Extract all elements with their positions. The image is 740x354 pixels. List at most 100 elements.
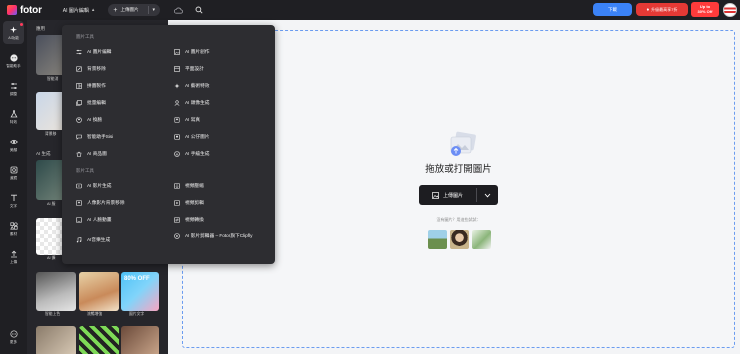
- cloud-icon[interactable]: [171, 3, 185, 17]
- rail-label: 濾鏡: [9, 176, 18, 180]
- rail-label: 智能助手: [6, 64, 21, 68]
- menu-item-video-bg-remove[interactable]: 人像影片背景移除: [76, 200, 125, 206]
- rail-label: AI功能: [8, 36, 19, 40]
- tile-label: 智能消: [47, 77, 59, 81]
- download-label: 下載: [608, 6, 617, 12]
- rail-item-upload[interactable]: 上傳: [0, 250, 27, 265]
- more-icon: [9, 330, 18, 338]
- menu-item-ai-image-create[interactable]: AI 圖片創作: [174, 49, 209, 55]
- menu-item-label: AI音樂生成: [87, 237, 111, 242]
- ai-editor-menu-label: AI 圖片編輯: [62, 7, 89, 14]
- menu-item-ai-music[interactable]: AI音樂生成: [76, 237, 110, 243]
- sketch-icon: [174, 151, 180, 157]
- tool-rail: AI功能 智能助手 調整 特效 美顏 濾鏡 文字 素材 上傳 更多: [0, 20, 27, 354]
- collage-icon: [76, 83, 82, 89]
- rail-item-filter[interactable]: 濾鏡: [0, 166, 27, 181]
- upload-image-button[interactable]: + 上傳圖片 ▾: [108, 4, 161, 16]
- template-tile[interactable]: [79, 326, 119, 354]
- template-tile[interactable]: [79, 272, 119, 311]
- image-upload-icon: [450, 131, 476, 156]
- fotor-logo-mark: [7, 5, 17, 15]
- plus-icon: +: [113, 6, 118, 14]
- rail-item-text[interactable]: 文字: [0, 194, 27, 209]
- menu-item-clipfly[interactable]: AI 影片剪輯器 – Fotor旗下Clipfly: [174, 233, 254, 239]
- download-button[interactable]: 下載: [593, 3, 632, 16]
- menu-item-ai-portrait[interactable]: AI 寫真: [174, 117, 200, 123]
- image-icon: [432, 191, 439, 199]
- menu-item-bg-remove[interactable]: 背景移除: [76, 66, 106, 72]
- fotor-logo[interactable]: fotor: [7, 5, 42, 16]
- menu-item-ai-video-gen[interactable]: AI 影片生成: [76, 183, 111, 189]
- menu-item-video-clip[interactable]: 視頻剪輯: [174, 200, 204, 206]
- batch-icon: [76, 100, 82, 106]
- menu-item-ai-sketch[interactable]: AI 手繪生成: [174, 151, 209, 157]
- rail-label: 文字: [9, 204, 18, 208]
- rail-item-more[interactable]: 更多: [0, 330, 27, 345]
- sample-image-landscape[interactable]: [428, 230, 447, 249]
- clipfly-icon: [174, 233, 180, 239]
- menu-item-label: 視頻轉換: [185, 217, 204, 222]
- rail-item-adjust[interactable]: 調整: [0, 82, 27, 97]
- search-icon[interactable]: [192, 3, 206, 17]
- tile-label: 背景移: [45, 132, 57, 136]
- menu-item-label: AI 手繪生成: [185, 151, 210, 156]
- rail-label: 美顏: [9, 148, 18, 152]
- menu-item-label: 人像影片背景移除: [87, 200, 125, 205]
- menu-item-label: AI 圖片創作: [185, 49, 210, 54]
- menu-item-video-convert[interactable]: 視頻轉換: [174, 217, 204, 223]
- rail-item-ai[interactable]: AI功能: [0, 26, 27, 41]
- menu-item-batch-edit[interactable]: 批量編輯: [76, 100, 106, 106]
- avatar[interactable]: [723, 3, 737, 17]
- menu-item-ai-avatar[interactable]: AI 頭像生成: [174, 100, 209, 106]
- menu-item-collage[interactable]: 拼圖製作: [76, 83, 106, 89]
- chevron-down-icon: [484, 193, 491, 197]
- template-tile[interactable]: [36, 326, 76, 354]
- menu-item-ai-art-effect[interactable]: AI 藝術特效: [174, 83, 209, 89]
- clip-icon: [174, 200, 180, 206]
- menu-item-label: AI 換臉: [87, 117, 103, 122]
- menu-item-label: 背景移除: [87, 66, 106, 71]
- portrait-icon: [174, 117, 180, 123]
- upgrade-pro-label: 升級最高享7折: [651, 6, 678, 12]
- compress-icon: [174, 183, 180, 189]
- menu-item-ai-figure[interactable]: AI 公仔圖片: [174, 134, 209, 140]
- chevron-down-icon[interactable]: ▾: [153, 7, 156, 13]
- menu-item-label: AI 人臉動畫: [87, 217, 112, 222]
- rail-item-beauty[interactable]: 美顏: [0, 138, 27, 153]
- design-icon: [174, 66, 180, 72]
- rail-item-effects[interactable]: 特效: [0, 110, 27, 125]
- divider: [147, 6, 149, 14]
- rail-label: 上傳: [9, 260, 18, 264]
- rail-item-assistant[interactable]: 智能助手: [0, 54, 27, 69]
- sample-image-portrait[interactable]: [450, 230, 469, 249]
- menu-item-face-swap[interactable]: AI 換臉: [76, 117, 102, 123]
- tile-label: 流暢增強: [87, 312, 103, 316]
- menu-item-graphic-design[interactable]: 平面設計: [174, 66, 204, 72]
- upload-options-button[interactable]: [477, 185, 498, 205]
- chevron-up-icon: ▴: [91, 7, 95, 13]
- upload-image-main-button[interactable]: 上傳圖片: [419, 185, 498, 205]
- rail-label: 特效: [9, 120, 18, 124]
- video-gen-icon: [76, 183, 82, 189]
- ai-editor-menu[interactable]: AI 圖片編輯 ▴: [63, 7, 95, 14]
- sliders-icon: [76, 49, 82, 55]
- template-tile[interactable]: [121, 326, 159, 354]
- template-tile[interactable]: [36, 272, 76, 311]
- menu-item-ai-face-anim[interactable]: AI 人臉動畫: [76, 217, 111, 223]
- offer-line2: 30% Off: [697, 8, 713, 14]
- menu-item-ai-image-edit[interactable]: AI 圖片編輯: [76, 49, 111, 55]
- sliders-icon: [10, 83, 17, 89]
- template-tile[interactable]: 80% OFF: [121, 272, 159, 311]
- upload-image-main[interactable]: 上傳圖片: [419, 185, 476, 205]
- ai-tools-dropdown: 圖片工具 AI 圖片編輯 背景移除 拼圖製作 批量編輯 AI 換臉 智能助手Si…: [62, 25, 275, 264]
- menu-item-assistant-sisi[interactable]: 智能助手Sisi: [76, 134, 113, 140]
- offer-badge[interactable]: Up to 30% Off: [691, 2, 719, 17]
- menu-item-label: 視頻壓縮: [185, 183, 204, 188]
- upload-icon: [10, 250, 17, 258]
- menu-item-label: 智能助手Sisi: [87, 134, 114, 139]
- sample-image-plant[interactable]: [472, 230, 491, 249]
- menu-item-product-image[interactable]: AI 商品圖: [76, 151, 107, 157]
- menu-item-video-compress[interactable]: 視頻壓縮: [174, 183, 204, 189]
- upgrade-pro-button[interactable]: ♦ 升級最高享7折: [636, 3, 688, 16]
- rail-item-elements[interactable]: 素材: [0, 222, 27, 237]
